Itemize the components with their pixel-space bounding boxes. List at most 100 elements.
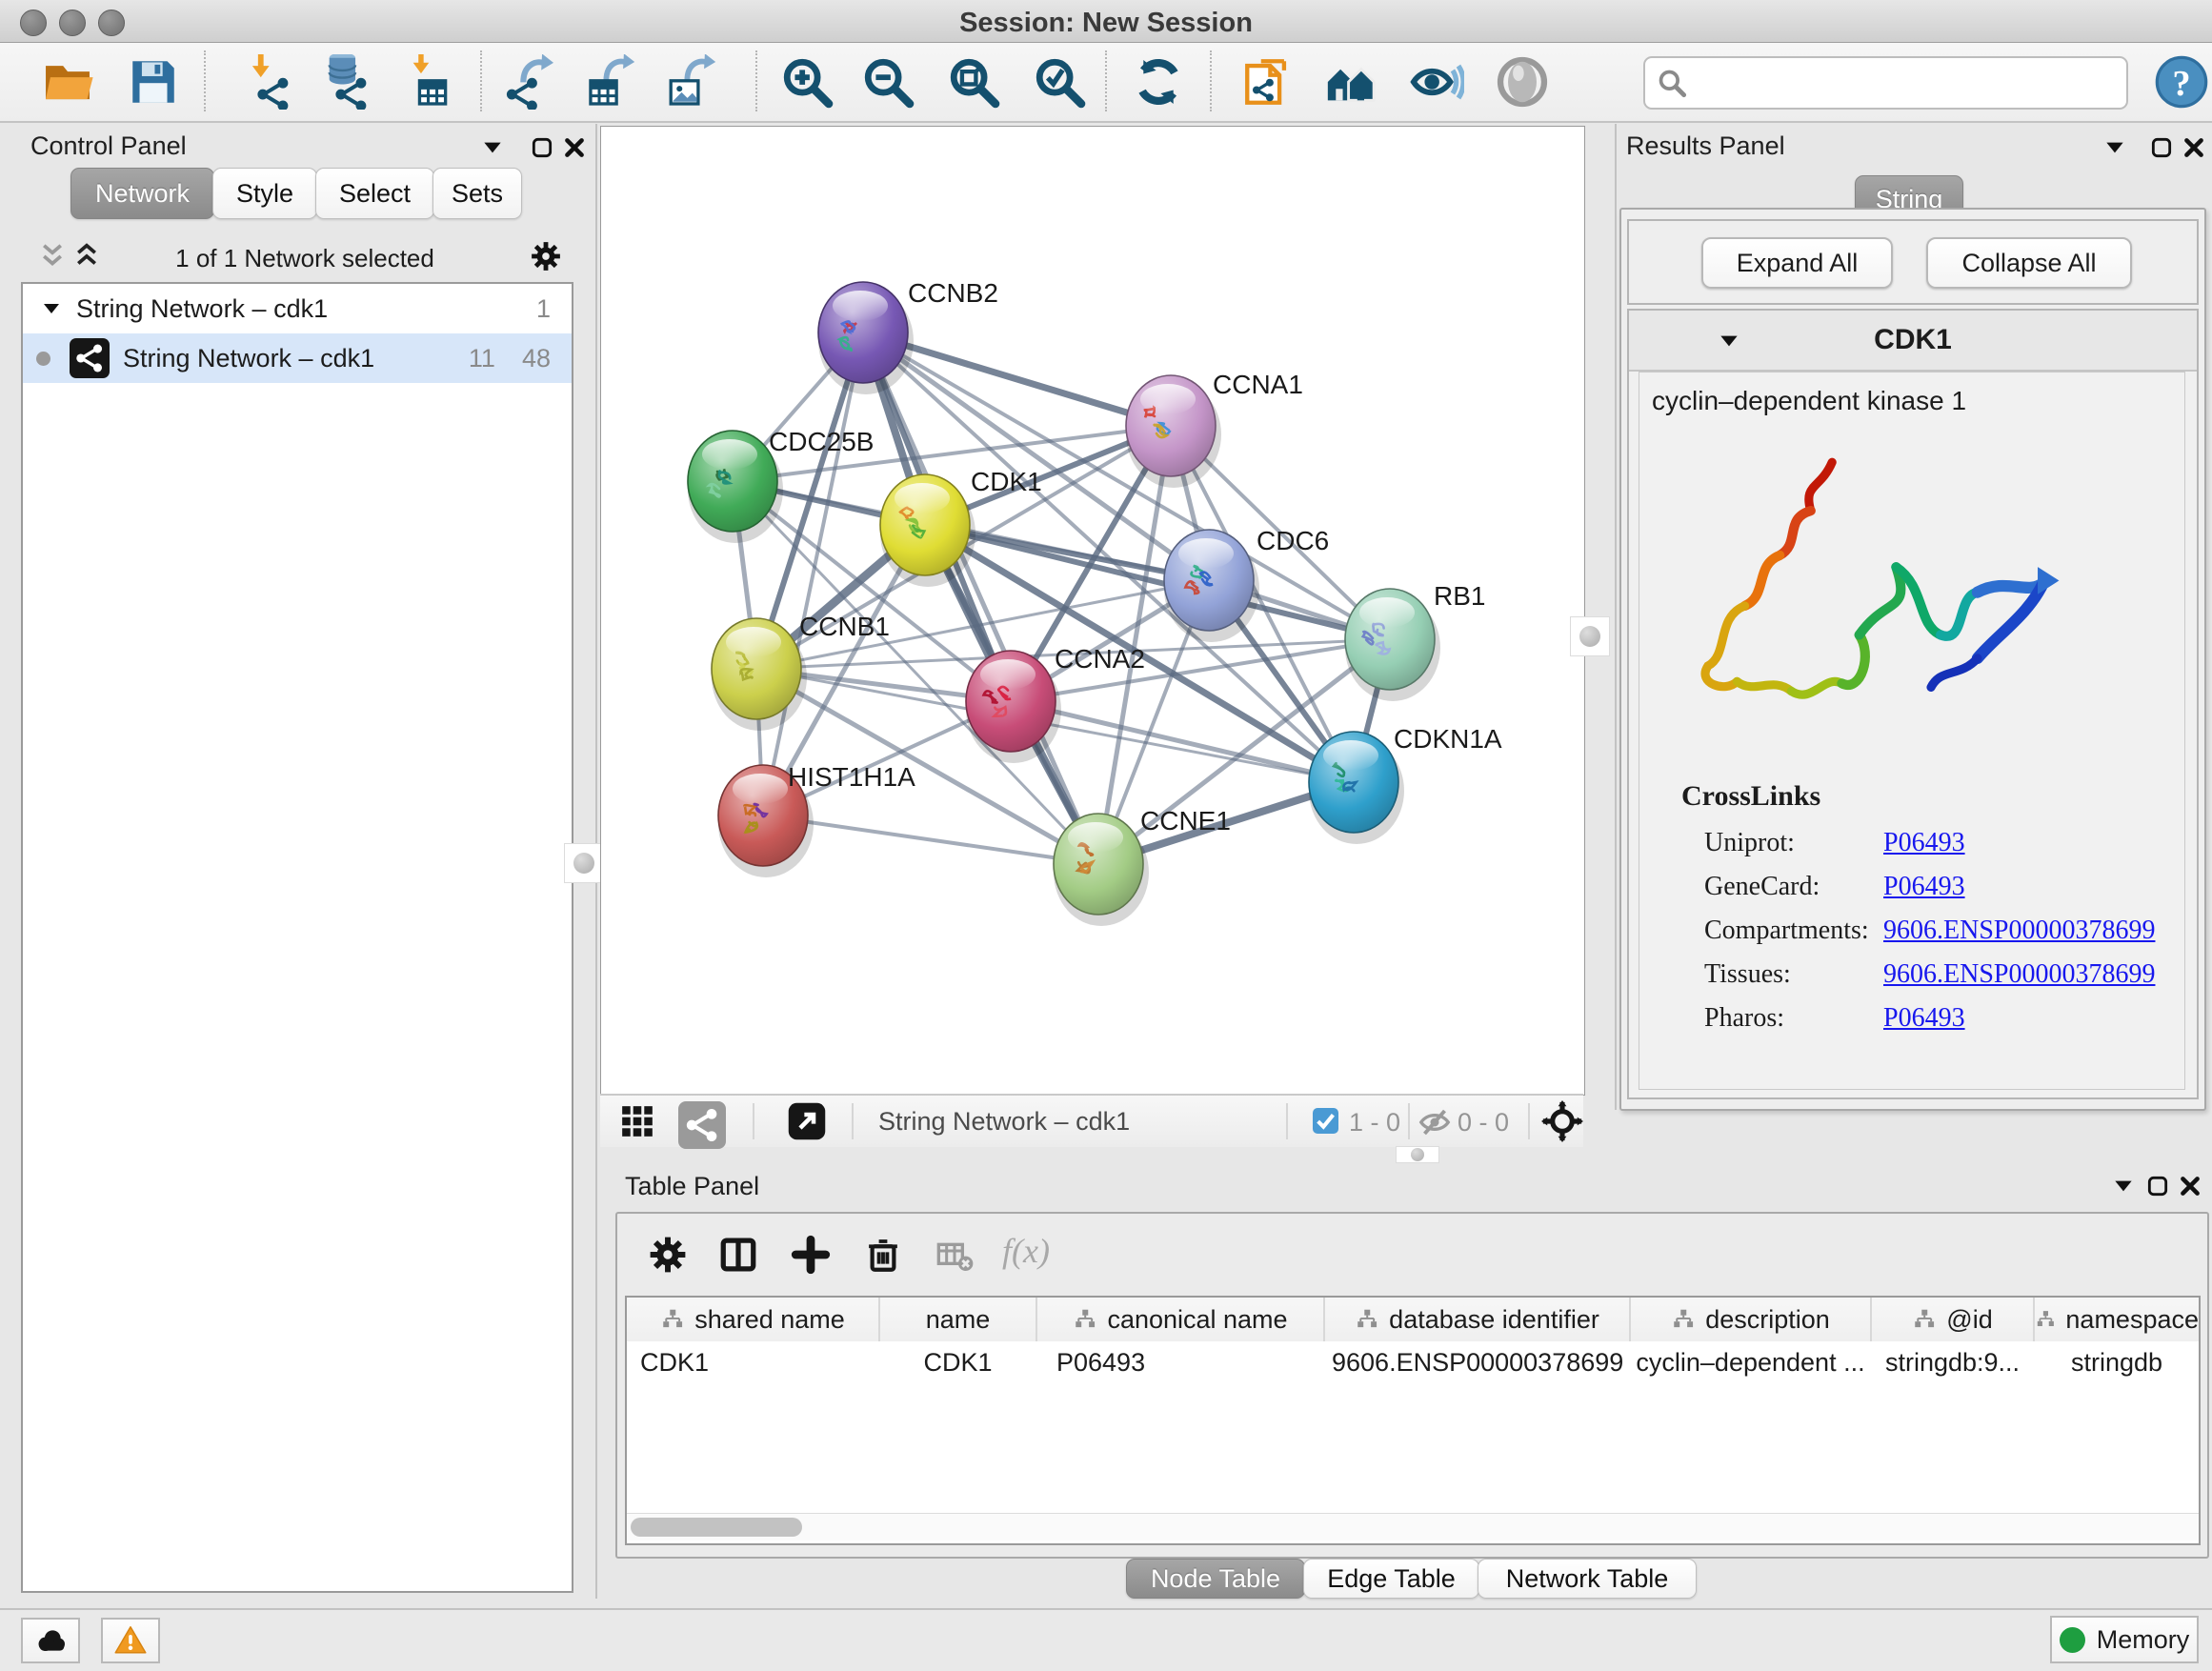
expand-all-networks-icon[interactable] — [72, 242, 101, 271]
crosslink-label: Uniprot: — [1704, 828, 1795, 858]
status-bar: Memory — [0, 1608, 2212, 1671]
crosslink-link[interactable]: P06493 — [1883, 872, 1965, 902]
import-network-file-icon[interactable] — [240, 54, 295, 110]
show-columns-icon[interactable] — [718, 1235, 758, 1275]
save-session-icon[interactable] — [126, 54, 181, 110]
tab-network[interactable]: Network — [70, 168, 214, 219]
column-header-name[interactable]: name — [880, 1298, 1037, 1341]
expand-all-button[interactable]: Expand All — [1701, 237, 1893, 289]
panel-menu-icon[interactable] — [2102, 135, 2127, 160]
memory-button[interactable]: Memory — [2050, 1616, 2199, 1663]
import-network-database-icon[interactable] — [318, 54, 373, 110]
export-network-icon[interactable] — [503, 54, 558, 110]
horizontal-scrollbar-thumb[interactable] — [631, 1518, 802, 1537]
refresh-icon[interactable] — [1131, 54, 1186, 110]
help-icon[interactable] — [2155, 55, 2208, 109]
cell-name[interactable]: CDK1 — [880, 1343, 1036, 1381]
grid-view-icon[interactable] — [619, 1103, 655, 1139]
cell-database-identifier[interactable]: 9606.ENSP00000378699 — [1332, 1343, 1629, 1381]
detach-view-icon[interactable] — [787, 1101, 827, 1141]
table-settings-gear-icon[interactable] — [648, 1235, 688, 1275]
column-header-database-identifier[interactable]: database identifier — [1325, 1298, 1631, 1341]
column-header-id[interactable]: @id — [1872, 1298, 2035, 1341]
eye-wave-icon[interactable] — [1409, 54, 1464, 110]
panel-float-icon[interactable] — [2149, 135, 2174, 160]
cloud-button[interactable] — [21, 1618, 80, 1663]
collapse-all-networks-icon[interactable] — [38, 242, 67, 271]
node-label[interactable]: HIST1H1A — [788, 762, 915, 792]
node-label[interactable]: RB1 — [1434, 581, 1485, 611]
zoom-in-icon[interactable] — [779, 54, 835, 110]
panel-float-icon[interactable] — [530, 135, 554, 160]
horizontal-scrollbar-track[interactable] — [627, 1513, 2199, 1540]
network-graph[interactable]: CCNB2 CCNA1 CDC25B CDK1 CDC6 RB1 CCNB1 CCNA2 CDK… — [601, 127, 1582, 1093]
column-header-description[interactable]: description — [1631, 1298, 1872, 1341]
crosslink-link[interactable]: 9606.ENSP00000378699 — [1883, 959, 2155, 990]
search-field[interactable] — [1643, 56, 2128, 110]
crosslink-link[interactable]: P06493 — [1883, 828, 1965, 858]
import-table-icon[interactable] — [399, 54, 454, 110]
gene-section-header[interactable]: CDK1 — [1629, 311, 2197, 372]
crosslink-link[interactable]: 9606.ENSP00000378699 — [1883, 916, 2155, 946]
panel-close-icon[interactable] — [562, 135, 587, 160]
hidden-eye-slash-icon[interactable] — [1418, 1105, 1452, 1139]
zoom-out-icon[interactable] — [860, 54, 915, 110]
panel-close-icon[interactable] — [2182, 135, 2206, 160]
right-splitter-handle[interactable] — [1570, 616, 1610, 656]
delete-table-icon — [935, 1237, 974, 1275]
string-document-share-icon[interactable] — [1240, 54, 1296, 110]
right-splitter[interactable] — [1615, 124, 1617, 1110]
column-header-shared-name[interactable]: shared name — [627, 1298, 880, 1341]
share-view-icon[interactable] — [678, 1101, 726, 1149]
node-label[interactable]: CCNA1 — [1213, 370, 1303, 399]
left-splitter-handle[interactable] — [564, 843, 604, 883]
node-label[interactable]: CDKN1A — [1394, 724, 1502, 754]
export-table-icon[interactable] — [584, 54, 639, 110]
column-header-canonical-name[interactable]: canonical name — [1037, 1298, 1325, 1341]
cell-namespace[interactable]: stringdb — [2035, 1343, 2199, 1381]
tab-select[interactable]: Select — [315, 168, 434, 219]
delete-column-icon[interactable] — [863, 1235, 903, 1275]
cell-canonical-name[interactable]: P06493 — [1056, 1343, 1323, 1381]
network-row-selected[interactable]: String Network – cdk1 11 48 — [23, 333, 572, 383]
cell-id[interactable]: stringdb:9... — [1872, 1343, 2033, 1381]
check-icon — [1313, 1108, 1338, 1134]
node-label[interactable]: CDC25B — [769, 427, 874, 456]
selected-checkbox[interactable] — [1313, 1108, 1338, 1134]
tab-node-table[interactable]: Node Table — [1126, 1559, 1305, 1599]
node-label[interactable]: CCNB1 — [799, 612, 890, 641]
panel-float-icon[interactable] — [2145, 1174, 2170, 1198]
node-label[interactable]: CDC6 — [1257, 526, 1329, 555]
panel-menu-icon[interactable] — [480, 135, 505, 160]
network-collection-row[interactable]: String Network – cdk1 1 — [23, 284, 572, 333]
cell-shared-name[interactable]: CDK1 — [640, 1343, 878, 1381]
export-image-icon[interactable] — [665, 54, 720, 110]
open-session-icon[interactable] — [40, 54, 95, 110]
column-header-namespace[interactable]: namespace — [2035, 1298, 2199, 1341]
crosslink-link[interactable]: P06493 — [1883, 1003, 1965, 1034]
warnings-button[interactable] — [101, 1618, 160, 1663]
zoom-selected-icon[interactable] — [1032, 54, 1087, 110]
collapse-all-button[interactable]: Collapse All — [1926, 237, 2132, 289]
network-canvas[interactable]: CCNB2 CCNA1 CDC25B CDK1 CDC6 RB1 CCNB1 CCNA2 CDK… — [600, 126, 1585, 1096]
node-label[interactable]: CDK1 — [971, 467, 1042, 496]
home-houses-icon[interactable] — [1323, 54, 1378, 110]
node-label[interactable]: CCNE1 — [1140, 806, 1231, 836]
network-options-gear-icon[interactable] — [530, 240, 562, 272]
node-label[interactable]: CCNB2 — [908, 278, 998, 308]
search-input[interactable] — [1695, 62, 2118, 100]
tab-sets[interactable]: Sets — [432, 168, 522, 219]
bird-eye-crosshair-icon[interactable] — [1541, 1100, 1583, 1142]
horizontal-splitter-handle[interactable] — [1396, 1146, 1439, 1163]
zoom-fit-icon[interactable] — [946, 54, 1001, 110]
tab-edge-table[interactable]: Edge Table — [1303, 1559, 1479, 1599]
node-label[interactable]: CCNA2 — [1055, 644, 1145, 674]
cell-description[interactable]: cyclin–dependent ... — [1631, 1343, 1870, 1381]
tab-network-table[interactable]: Network Table — [1478, 1559, 1697, 1599]
toolbar-separator — [480, 50, 482, 111]
panel-close-icon[interactable] — [2178, 1174, 2202, 1198]
collection-expander-icon[interactable] — [40, 297, 63, 320]
add-column-icon[interactable] — [791, 1235, 831, 1275]
panel-menu-icon[interactable] — [2111, 1174, 2136, 1198]
tab-style[interactable]: Style — [212, 168, 317, 219]
